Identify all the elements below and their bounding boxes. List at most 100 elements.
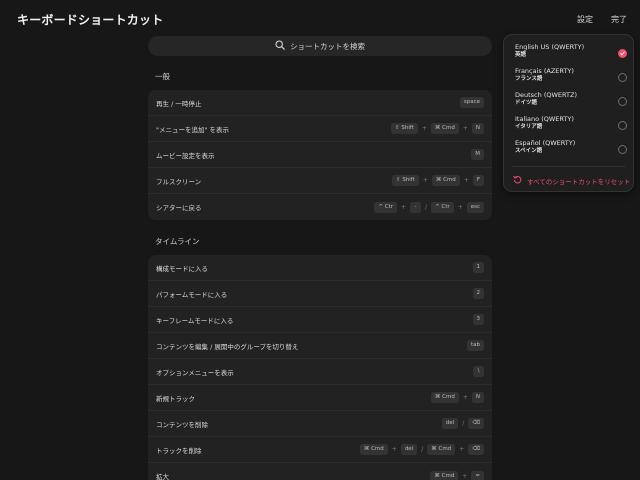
plus-separator: + xyxy=(463,177,469,184)
alternate-separator: / xyxy=(421,446,424,453)
reset-icon xyxy=(513,175,522,186)
layout-option[interactable]: Español (QWERTY) スペイン語 xyxy=(515,139,627,161)
shortcut-row[interactable]: "メニューを追加" を表示 ⇧ Shift + ⌘ Cmd + N xyxy=(148,116,492,142)
search-placeholder: ショートカットを検索 xyxy=(290,41,365,51)
layout-name: English US (QWERTY) xyxy=(515,43,585,51)
key-combo: ⇧ Shift + ⌘ Cmd + N xyxy=(391,123,484,134)
shortcut-label: キーフレームモードに入る xyxy=(156,316,234,325)
shortcut-row[interactable]: フルスクリーン ⇧ Shift + ⌘ Cmd + F xyxy=(148,168,492,194)
shortcut-row[interactable]: 拡大 ⌘ Cmd + = xyxy=(148,463,492,480)
shortcut-row[interactable]: トラックを削除 ⌘ Cmd + del / ⌘ Cmd + ⌫ xyxy=(148,437,492,463)
key-combo: 3 xyxy=(472,314,484,325)
shortcut-row[interactable]: コンテンツを編集 / 展開中のグループを切り替え tab xyxy=(148,333,492,359)
plus-separator: + xyxy=(401,203,407,211)
radio-unselected[interactable] xyxy=(618,73,627,82)
key-cap: ⌘ Cmd xyxy=(430,123,459,134)
layout-name: Français (AZERTY) xyxy=(515,67,574,75)
key-cap: esc xyxy=(466,201,484,213)
layout-language: スペイン語 xyxy=(515,148,543,154)
layout-name: Italiano (QWERTY) xyxy=(515,115,574,123)
shortcut-row[interactable]: 新規トラック ⌘ Cmd + N xyxy=(148,385,492,411)
settings-button[interactable]: 設定 xyxy=(577,14,593,25)
key-combo: \ xyxy=(473,366,484,377)
key-combo: tab xyxy=(466,340,484,351)
shortcut-row[interactable]: 再生 / 一時停止 space xyxy=(148,90,492,116)
divider xyxy=(512,166,625,167)
key-cap: del xyxy=(400,444,418,455)
key-combo: del / ⌫ xyxy=(441,418,484,429)
key-cap: ⌘ Cmd xyxy=(430,392,459,403)
layout-language: ドイツ語 xyxy=(515,100,538,106)
shortcut-list: ショートカットを検索 一般再生 / 一時停止 space "メニューを追加" を表示… xyxy=(148,36,492,480)
key-cap: space xyxy=(459,97,484,108)
radio-selected[interactable] xyxy=(618,49,627,58)
plus-separator: + xyxy=(462,472,468,480)
key-cap: 3 xyxy=(472,314,484,325)
reset-label: すべてのショートカットをリセット xyxy=(527,177,631,186)
key-combo: M xyxy=(471,149,484,160)
section-title: 一般 xyxy=(155,72,170,81)
key-combo: ⌘ Cmd + N xyxy=(430,392,484,403)
shortcut-label: 再生 / 一時停止 xyxy=(156,99,202,108)
key-cap: ⌘ Cmd xyxy=(427,444,456,455)
layout-option[interactable]: English US (QWERTY) 英語 xyxy=(515,43,627,65)
shortcut-sections: 一般 再生 / 一時停止 space "メニューを追加" を表示 ⇧ Shift + ⌘ C… xyxy=(148,71,492,480)
key-cap: - xyxy=(410,201,422,213)
shortcut-label: ムービー設定を表示 xyxy=(156,151,215,160)
key-cap: ⌘ Cmd xyxy=(359,444,388,455)
shortcut-label: "メニューを追加" を表示 xyxy=(156,125,230,134)
plus-separator: + xyxy=(459,446,465,453)
plus-separator: + xyxy=(462,394,468,401)
shortcut-label: 構成モードに入る xyxy=(156,264,208,273)
key-combo: space xyxy=(459,97,484,108)
shortcut-row[interactable]: パフォームモードに入る 2 xyxy=(148,281,492,307)
alternate-separator: / xyxy=(462,420,465,427)
shortcut-row[interactable]: コンテンツを削除 del / ⌫ xyxy=(148,411,492,437)
radio-unselected[interactable] xyxy=(618,121,627,130)
layout-option[interactable]: Italiano (QWERTY) イタリア語 xyxy=(515,115,627,137)
radio-unselected[interactable] xyxy=(618,97,627,106)
shortcut-row[interactable]: 構成モードに入る 1 xyxy=(148,255,492,281)
plus-separator: + xyxy=(391,446,397,453)
reset-shortcuts-button[interactable]: すべてのショートカットをリセット xyxy=(513,175,630,186)
key-cap: = xyxy=(471,470,484,480)
layout-name: Español (QWERTY) xyxy=(515,139,576,147)
shortcut-label: コンテンツを削除 xyxy=(156,420,208,429)
layout-option[interactable]: Deutsch (QWERTZ) ドイツ語 xyxy=(515,91,627,113)
plus-separator: + xyxy=(421,125,427,132)
shortcut-label: 拡大 xyxy=(156,473,169,480)
done-button[interactable]: 完了 xyxy=(611,14,627,25)
key-combo: 1 xyxy=(472,262,484,273)
radio-unselected[interactable] xyxy=(618,145,627,154)
shortcut-row[interactable]: ムービー設定を表示 M xyxy=(148,142,492,168)
key-cap: N xyxy=(471,392,484,403)
key-combo: ^ Ctr + - / ^ Ctr + esc xyxy=(374,201,484,213)
key-cap: ⇧ Shift xyxy=(391,123,418,134)
key-cap: ⌫ xyxy=(468,444,484,455)
layout-name: Deutsch (QWERTZ) xyxy=(515,91,578,99)
shortcut-group: 再生 / 一時停止 space "メニューを追加" を表示 ⇧ Shift + ⌘ Cmd… xyxy=(148,90,492,220)
section-title: タイムライン xyxy=(155,237,200,246)
shortcut-label: シアターに戻る xyxy=(156,204,202,212)
page-title: キーボードショートカット xyxy=(17,13,164,27)
plus-separator: + xyxy=(462,125,468,132)
shortcut-label: 新規トラック xyxy=(156,394,195,403)
key-cap: del xyxy=(441,418,459,429)
key-cap: ⌘ Cmd xyxy=(430,470,459,480)
shortcut-label: パフォームモードに入る xyxy=(156,290,228,299)
layout-language: イタリア語 xyxy=(515,124,543,130)
shortcut-label: オプションメニューを表示 xyxy=(156,368,234,377)
key-combo: ⌘ Cmd + del / ⌘ Cmd + ⌫ xyxy=(359,444,484,455)
shortcut-row[interactable]: シアターに戻る ^ Ctr + - / ^ Ctr + esc xyxy=(148,194,492,220)
shortcut-row[interactable]: オプションメニューを表示 \ xyxy=(148,359,492,385)
shortcut-row[interactable]: キーフレームモードに入る 3 xyxy=(148,307,492,333)
shortcut-label: トラックを削除 xyxy=(156,446,202,455)
key-combo: 2 xyxy=(472,288,484,299)
key-cap: 2 xyxy=(472,288,484,299)
layout-option[interactable]: Français (AZERTY) フランス語 xyxy=(515,67,627,89)
key-cap: ^ Ctr xyxy=(374,201,397,213)
search-input[interactable]: ショートカットを検索 xyxy=(148,36,492,56)
plus-separator: + xyxy=(457,203,463,211)
key-combo: ⌘ Cmd + = xyxy=(430,470,484,480)
key-cap: M xyxy=(471,149,484,160)
